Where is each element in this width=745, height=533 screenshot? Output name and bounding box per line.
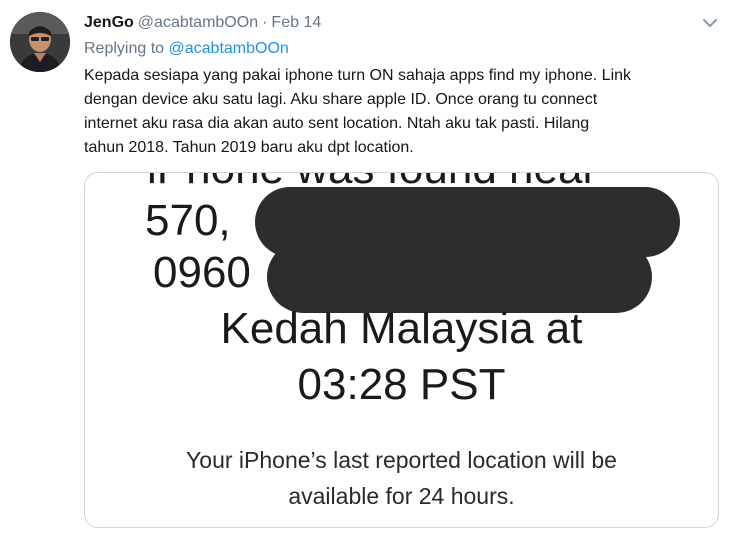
tweet-image[interactable]: iPhone was found near 570, 0960 Kedah Ma… [84, 172, 719, 528]
tweet-text: Kepada sesiapa yang pakai iphone turn ON… [84, 64, 724, 160]
replying-prefix: Replying to [84, 40, 169, 57]
avatar-photo-icon [10, 12, 70, 72]
shot-line-570: 570, [145, 196, 231, 245]
shot-line-time: 03:28 PST [297, 360, 506, 409]
reply-mention-link[interactable]: @acabtambOOn [169, 40, 289, 57]
tweet[interactable]: JenGo @acabtambOOn · Feb 14 Replying to @ac… [0, 0, 745, 533]
shot-line-kedah: Kedah Malaysia at [220, 304, 583, 353]
replying-to: Replying to @acabtambOOn [84, 38, 289, 60]
shot-note-line1: Your iPhone’s last reported location wil… [186, 447, 617, 473]
shot-line-0960: 0960 [153, 248, 251, 297]
tweet-header: JenGo @acabtambOOn · Feb 14 [84, 12, 321, 34]
display-name[interactable]: JenGo [84, 14, 134, 31]
tweet-body: Kepada sesiapa yang pakai iphone turn ON… [84, 67, 632, 156]
separator-dot: · [262, 14, 268, 31]
avatar[interactable] [10, 12, 70, 72]
user-handle[interactable]: @acabtambOOn [138, 14, 258, 31]
shot-note-line2: available for 24 hours. [288, 483, 515, 509]
chevron-down-icon[interactable] [701, 14, 719, 32]
tweet-date[interactable]: Feb 14 [271, 14, 321, 31]
